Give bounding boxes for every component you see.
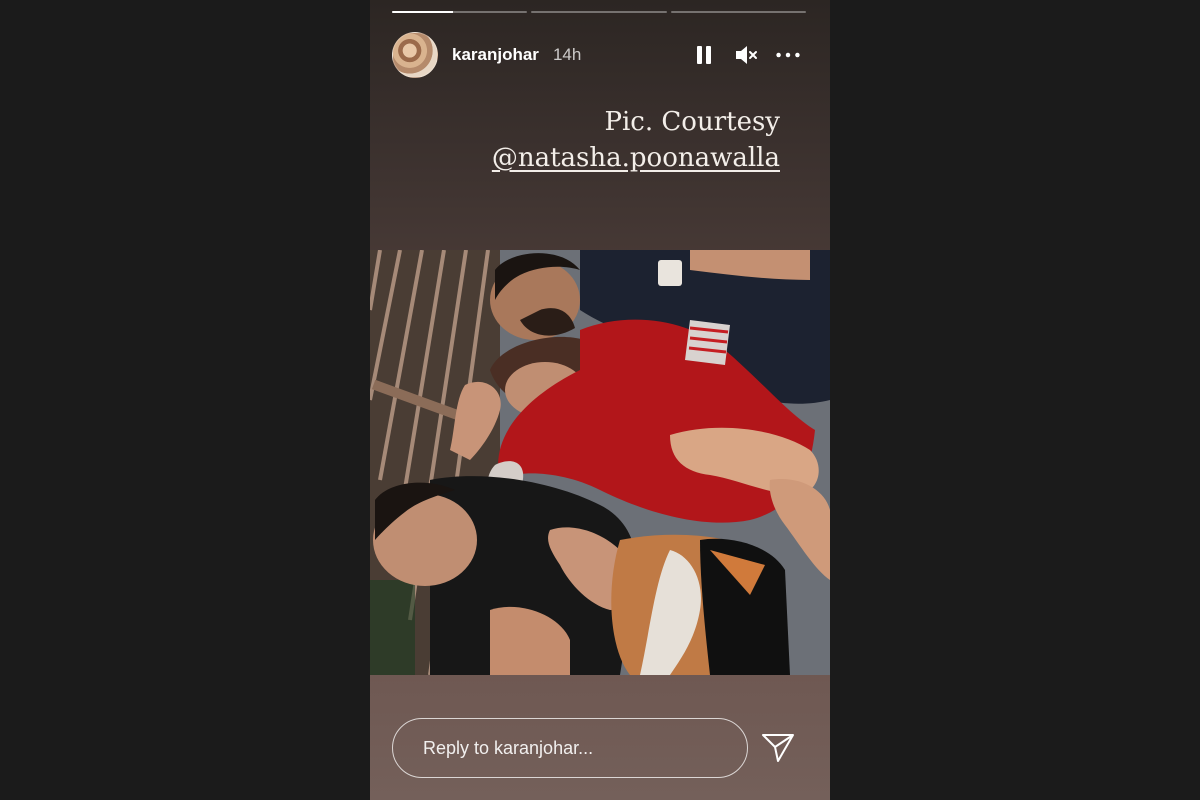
pause-icon [697,46,711,64]
reply-placeholder: Reply to karanjohar... [423,737,594,758]
story-photo [370,250,830,675]
story-caption: Pic. Courtesy @natasha.poonawalla [492,104,780,176]
send-paper-plane-icon [762,734,794,762]
caption-line: Pic. Courtesy [604,107,781,137]
pause-button[interactable] [692,43,716,67]
progress-fill [392,11,453,13]
send-button[interactable] [758,728,798,768]
progress-segment [531,11,667,13]
reply-input[interactable]: Reply to karanjohar... [392,718,748,778]
muted-speaker-icon [736,46,757,64]
progress-segment [392,11,528,13]
mute-button[interactable] [734,43,758,67]
photo-illustration [370,250,830,675]
timestamp: 14h [552,45,582,64]
story-controls [692,43,800,67]
mention-link[interactable]: @natasha.poonawalla [492,140,780,176]
more-horizontal-icon [776,52,800,58]
story-viewer[interactable]: karanjohar 14h Pic. Courtesy @natasha.po… [370,0,830,800]
progress-segment [670,11,806,13]
username[interactable]: karanjohar [452,45,539,65]
avatar[interactable] [392,32,438,78]
story-progress-bar [392,11,806,14]
story-header: karanjohar 14h [392,32,800,78]
more-options-button[interactable] [776,43,800,67]
